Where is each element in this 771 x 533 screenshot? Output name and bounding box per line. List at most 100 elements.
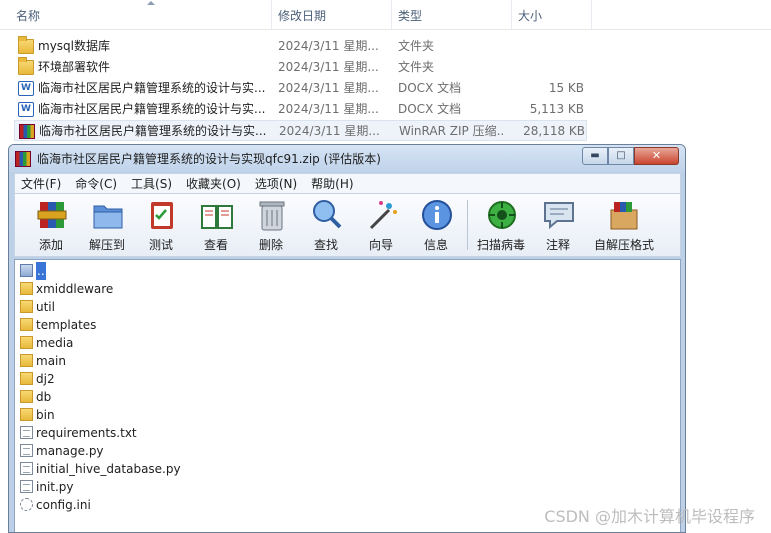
column-type-label: 类型	[398, 9, 423, 23]
menu-help[interactable]: 帮助(H)	[311, 175, 353, 192]
column-date[interactable]: 修改日期	[272, 0, 392, 30]
test-button[interactable]: 测试	[133, 198, 189, 254]
window-title: 临海市社区居民户籍管理系统的设计与实现qfc91.zip (评估版本)	[37, 152, 381, 166]
maximize-button[interactable]: □	[608, 147, 634, 165]
delete-button[interactable]: 删除	[243, 198, 299, 254]
item-name: db	[36, 390, 52, 404]
wizard-wand-icon	[369, 201, 397, 230]
info-button[interactable]: 信息	[408, 198, 464, 254]
folder-icon	[18, 36, 34, 54]
item-name: xmiddleware	[36, 282, 114, 296]
virus-scan-button[interactable]: 扫描病毒	[473, 198, 529, 254]
menu-commands[interactable]: 命令(C)	[75, 175, 117, 192]
row-type: WinRAR ZIP 压缩...	[399, 124, 504, 138]
add-label: 添加	[38, 238, 63, 252]
item-name: config.ini	[36, 498, 91, 512]
close-button[interactable]: ✕	[634, 147, 679, 165]
extract-to-button[interactable]: 解压到	[79, 198, 135, 254]
docx-icon: W	[18, 81, 34, 96]
find-magnifier-icon	[313, 200, 342, 229]
wizard-label: 向导	[368, 238, 393, 252]
extract-to-folder-icon	[93, 205, 123, 229]
sfx-button[interactable]: 自解压格式	[591, 198, 657, 254]
sfx-label: 自解压格式	[593, 238, 654, 252]
find-button[interactable]: 查找	[298, 198, 354, 254]
folder-icon	[20, 282, 33, 295]
explorer-row[interactable]: W 临海市社区居民户籍管理系统的设计与实... 2024/3/11 星期... …	[14, 99, 587, 120]
folder-icon	[20, 372, 33, 385]
menu-favorites[interactable]: 收藏夹(O)	[186, 175, 241, 192]
row-date: 2024/3/11 星期...	[278, 102, 379, 116]
view-button[interactable]: 查看	[188, 198, 244, 254]
comment-label: 注释	[545, 238, 570, 252]
menu-bar: 文件(F) 命令(C) 工具(S) 收藏夹(O) 选项(N) 帮助(H)	[14, 173, 681, 194]
item-name: manage.py	[36, 444, 104, 458]
explorer-row[interactable]: 环境部署软件 2024/3/11 星期... 文件夹	[14, 57, 587, 78]
item-name: initial_hive_database.py	[36, 462, 181, 476]
item-name: bin	[36, 408, 55, 422]
toolbar-separator	[467, 200, 468, 250]
row-date: 2024/3/11 星期...	[278, 39, 379, 53]
add-button[interactable]: 添加	[23, 198, 79, 254]
row-name: 临海市社区居民户籍管理系统的设计与实...	[38, 102, 266, 116]
explorer-row[interactable]: W 临海市社区居民户籍管理系统的设计与实... 2024/3/11 星期... …	[14, 78, 587, 99]
item-name: util	[36, 300, 55, 314]
comment-button[interactable]: 注释	[530, 198, 586, 254]
info-label: 信息	[423, 238, 448, 252]
row-name: 环境部署软件	[38, 60, 111, 74]
view-label: 查看	[203, 238, 228, 252]
minimize-button[interactable]: ▬	[582, 147, 608, 165]
row-type: DOCX 文档	[398, 102, 462, 116]
row-name: mysql数据库	[38, 39, 110, 53]
info-icon	[422, 200, 452, 230]
folder-icon	[20, 300, 33, 313]
file-icon	[20, 462, 33, 475]
item-name: media	[36, 336, 74, 350]
row-type: 文件夹	[398, 60, 435, 74]
watermark: CSDN @加木计算机毕设程序	[544, 507, 755, 526]
find-label: 查找	[313, 238, 338, 252]
wizard-button[interactable]: 向导	[353, 198, 409, 254]
column-name-label: 名称	[16, 9, 41, 23]
comment-icon	[544, 202, 574, 230]
parent-folder-icon	[20, 264, 33, 277]
explorer-column-header: 名称 修改日期 类型 大小	[0, 0, 771, 30]
sfx-box-icon	[610, 202, 638, 230]
column-name[interactable]: 名称	[10, 0, 272, 30]
row-date: 2024/3/11 星期...	[278, 60, 379, 74]
row-name: 临海市社区居民户籍管理系统的设计与实...	[38, 81, 266, 95]
item-name: requirements.txt	[36, 426, 137, 440]
settings-file-icon	[20, 498, 33, 511]
window-controls: ▬ □ ✕	[582, 147, 679, 165]
delete-label: 删除	[258, 238, 283, 252]
virus-scan-label: 扫描病毒	[476, 238, 525, 252]
archive-file-list[interactable]: .. xmiddleware util templates media main…	[14, 259, 681, 532]
column-date-label: 修改日期	[278, 9, 327, 23]
row-date: 2024/3/11 星期...	[278, 81, 379, 95]
docx-icon: W	[18, 102, 34, 117]
toolbar: 添加 解压到 测试 查看 删除 查找 向导 信息 扫描病毒 注释 自解压格式	[14, 194, 681, 257]
add-archive-icon	[37, 202, 67, 228]
folder-icon	[20, 336, 33, 349]
row-type: DOCX 文档	[398, 81, 462, 95]
item-name: ..	[36, 262, 46, 280]
view-book-icon	[201, 205, 233, 229]
row-type: 文件夹	[398, 39, 435, 53]
column-type[interactable]: 类型	[392, 0, 512, 30]
menu-tools[interactable]: 工具(S)	[131, 175, 172, 192]
menu-file[interactable]: 文件(F)	[21, 175, 61, 192]
explorer-row[interactable]: mysql数据库 2024/3/11 星期... 文件夹	[14, 36, 587, 57]
file-icon	[20, 444, 33, 457]
folder-icon	[20, 318, 33, 331]
test-clipboard-icon	[151, 202, 173, 229]
column-size[interactable]: 大小	[512, 0, 592, 30]
winrar-archive-icon	[19, 124, 35, 139]
item-name: init.py	[36, 480, 74, 494]
trash-icon	[259, 201, 285, 231]
folder-icon	[20, 408, 33, 421]
title-bar[interactable]: 临海市社区居民户籍管理系统的设计与实现qfc91.zip (评估版本) ▬ □ …	[9, 145, 685, 172]
explorer-row-selected[interactable]: 临海市社区居民户籍管理系统的设计与实... 2024/3/11 星期... Wi…	[14, 120, 587, 141]
item-name: templates	[36, 318, 97, 332]
menu-options[interactable]: 选项(N)	[255, 175, 297, 192]
item-name: dj2	[36, 372, 55, 386]
